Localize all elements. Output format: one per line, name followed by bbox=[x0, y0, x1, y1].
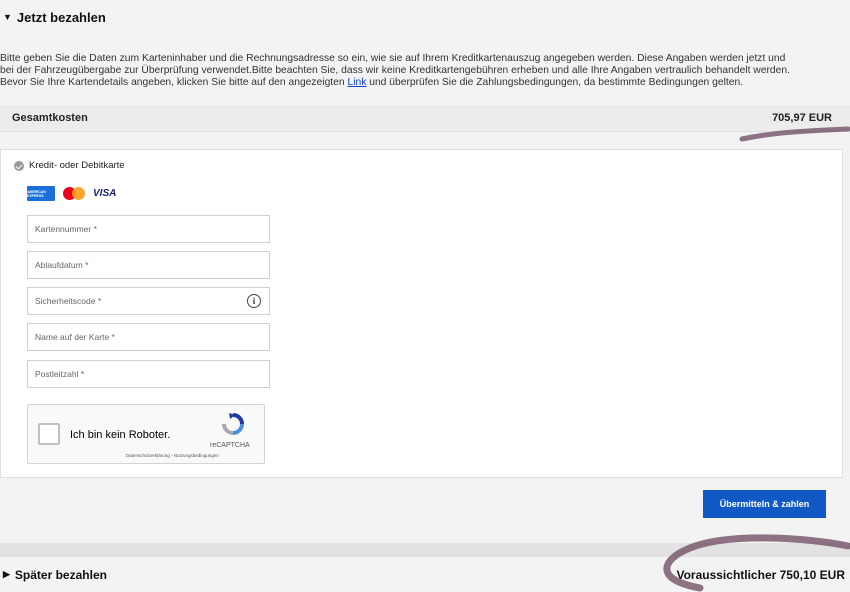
total-amount: 705,97 EUR bbox=[772, 112, 832, 124]
pay-later-title: Später bezahlen bbox=[14, 567, 107, 582]
info-line-2: bei der Fahrzeugübergabe zur Überprüfung… bbox=[0, 65, 790, 76]
total-label: Gesamtkosten bbox=[12, 112, 88, 124]
info-line-3-text: Bevor Sie Ihre Kartendetails angeben, kl… bbox=[0, 77, 348, 88]
mastercard-icon bbox=[63, 187, 85, 200]
info-icon[interactable]: i bbox=[247, 294, 261, 308]
pay-now-title: Jetzt bezahlen bbox=[16, 9, 106, 25]
expiry-placeholder: Ablaufdatum * bbox=[35, 260, 89, 270]
recaptcha-brand: reCAPTCHA bbox=[210, 442, 250, 449]
caret-right-icon: ▶ bbox=[3, 569, 10, 579]
amex-text: AMERICAN EXPRESS bbox=[27, 189, 46, 198]
info-line-3-rest: und überprüfen Sie die Zahlungsbedingung… bbox=[366, 77, 744, 88]
info-line-3: Bevor Sie Ihre Kartendetails angeben, kl… bbox=[0, 77, 850, 89]
payment-info-text: Bitte geben Sie die Daten zum Karteninha… bbox=[0, 53, 850, 89]
total-cost-bar: Gesamtkosten 705,97 EUR bbox=[0, 105, 850, 132]
card-logos: AMERICAN EXPRESS VISA bbox=[27, 186, 116, 201]
recaptcha-label: Ich bin kein Roboter. bbox=[70, 429, 171, 441]
section-divider bbox=[0, 543, 850, 557]
expiry-field[interactable]: Ablaufdatum * bbox=[27, 251, 270, 279]
amex-icon: AMERICAN EXPRESS bbox=[27, 186, 55, 201]
recaptcha-logo-icon bbox=[222, 413, 244, 435]
card-payment-label: Kredit- oder Debitkarte bbox=[29, 160, 125, 171]
pay-later-toggle[interactable]: ▶ Später bezahlen Voraussichtlicher 750,… bbox=[0, 557, 850, 592]
pay-later-estimate: Voraussichtlicher 750,10 EUR bbox=[676, 567, 845, 582]
terms-link[interactable]: Link bbox=[347, 77, 366, 88]
card-number-field[interactable]: Kartennummer * bbox=[27, 215, 270, 243]
recaptcha-links[interactable]: Datenschutzerklärung - Nutzungsbedingung… bbox=[126, 453, 219, 458]
name-on-card-placeholder: Name auf der Karte * bbox=[35, 332, 115, 342]
recaptcha-widget: Ich bin kein Roboter. reCAPTCHA Datensch… bbox=[27, 404, 265, 464]
postcode-placeholder: Postleitzahl * bbox=[35, 369, 85, 379]
card-payment-option[interactable]: Kredit- oder Debitkarte bbox=[14, 160, 125, 171]
visa-icon: VISA bbox=[93, 188, 117, 199]
security-code-field[interactable]: Sicherheitscode * i bbox=[27, 287, 270, 315]
radio-checked-icon[interactable] bbox=[14, 160, 24, 171]
recaptcha-checkbox[interactable] bbox=[38, 423, 60, 445]
name-on-card-field[interactable]: Name auf der Karte * bbox=[27, 323, 270, 351]
postcode-field[interactable]: Postleitzahl * bbox=[27, 360, 270, 388]
security-code-placeholder: Sicherheitscode * bbox=[35, 296, 102, 306]
submit-pay-button[interactable]: Übermitteln & zahlen bbox=[703, 490, 826, 518]
info-line-1: Bitte geben Sie die Daten zum Karteninha… bbox=[0, 53, 786, 64]
pay-now-toggle[interactable]: ▼ Jetzt bezahlen bbox=[0, 0, 850, 34]
card-number-placeholder: Kartennummer * bbox=[35, 224, 97, 234]
caret-down-icon: ▼ bbox=[3, 12, 12, 22]
